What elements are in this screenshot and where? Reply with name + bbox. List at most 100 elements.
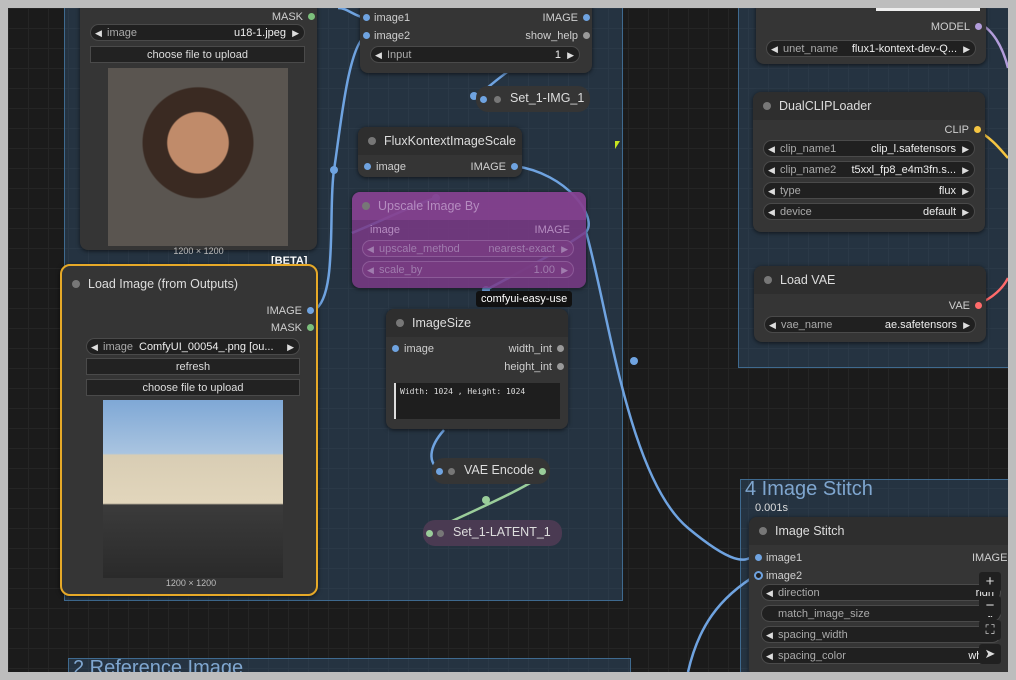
image1-input-slot[interactable] [363, 14, 370, 21]
choose-file-button[interactable]: choose file to upload [86, 379, 300, 396]
arrow-right-icon[interactable]: ▶ [561, 262, 568, 277]
vae-name-widget[interactable]: ◀ vae_name ae.safetensors ▶ [764, 316, 976, 333]
image-select-widget[interactable]: ◀ image ComfyUI_00054_.png [ou... ▶ [86, 338, 300, 355]
model-output-slot[interactable] [975, 23, 982, 30]
load-vae-node[interactable]: Load VAE VAE ◀ vae_name ae.safetensors ▶ [754, 266, 986, 342]
arrow-right-icon[interactable]: ▶ [962, 141, 969, 156]
vae-output-slot[interactable] [975, 302, 982, 309]
image-output-slot[interactable] [511, 163, 518, 170]
set-latent-node[interactable]: Set_1-LATENT_1 [423, 520, 562, 546]
arrow-left-icon[interactable]: ◀ [95, 25, 102, 40]
vae-encode-input-slot[interactable] [436, 468, 443, 475]
spacing-width-widget[interactable]: ◀ spacing_width 0 [761, 626, 1001, 643]
compare-node[interactable]: image1 image2 IMAGE show_help ◀ Input 1 … [360, 8, 592, 73]
image-input-label: image [376, 161, 406, 173]
arrow-left-icon[interactable]: ◀ [766, 627, 773, 642]
widget-label: direction [778, 587, 820, 599]
widget-label: Input [387, 49, 412, 61]
set-latent-input-slot[interactable] [426, 530, 433, 537]
set-img-input-slot[interactable] [480, 96, 487, 103]
image-input-slot[interactable] [364, 163, 371, 170]
node-title[interactable]: Load Image (from Outputs) [62, 270, 316, 298]
unet-name-widget[interactable]: ◀ unet_name flux1-kontext-dev-Q... ▶ [766, 40, 976, 57]
zoom-out-icon[interactable]: − [979, 596, 1001, 616]
arrow-left-icon[interactable]: ◀ [375, 47, 382, 62]
arrow-right-icon[interactable]: ▶ [287, 339, 294, 354]
arrow-left-icon[interactable]: ◀ [768, 141, 775, 156]
image1-input-slot[interactable] [755, 554, 762, 561]
arrow-right-icon[interactable]: ▶ [962, 204, 969, 219]
image-size-caption: 1200 × 1200 [165, 578, 217, 588]
image-output-slot[interactable] [583, 14, 590, 21]
arrow-left-icon[interactable]: ◀ [769, 317, 776, 332]
arrow-right-icon[interactable]: ▶ [962, 162, 969, 177]
width-int-output-slot[interactable] [557, 345, 564, 352]
clip-output-slot[interactable] [974, 126, 981, 133]
scale-by-widget[interactable]: ◀ scale_by 1.00 ▶ [362, 261, 574, 278]
arrow-right-icon[interactable]: ▶ [963, 317, 970, 332]
load-image-node[interactable]: MASK ◀ image u18-1.jpeg ▶ choose file to… [80, 8, 317, 256]
image-size-node[interactable]: ImageSize image width_int height_int Wid… [386, 309, 568, 429]
mask-output-slot[interactable] [308, 13, 315, 20]
node-title[interactable]: DualCLIPLoader [753, 92, 985, 120]
fit-view-icon[interactable]: ⛶ [979, 620, 1001, 640]
flux-kontext-image-scale-node[interactable]: FluxKontextImageScale image IMAGE [358, 127, 522, 177]
image-input-slot[interactable] [392, 345, 399, 352]
clip-name1-widget[interactable]: ◀ clip_name1 clip_l.safetensors ▶ [763, 140, 975, 157]
show-help-output-slot[interactable] [583, 32, 590, 39]
arrow-left-icon[interactable]: ◀ [91, 339, 98, 354]
arrow-right-icon[interactable]: ▶ [292, 25, 299, 40]
upscale-method-widget[interactable]: ◀ upscale_method nearest-exact ▶ [362, 240, 574, 257]
image-stitch-node[interactable]: Image Stitch image1 image2 IMAGE ◀ direc… [749, 517, 1008, 672]
upscale-image-by-node[interactable]: Upscale Image By image IMAGE ◀ upscale_m… [352, 192, 586, 288]
image-select-widget[interactable]: ◀ image u18-1.jpeg ▶ [90, 24, 305, 41]
image-output-slot[interactable] [307, 307, 314, 314]
arrow-left-icon[interactable]: ◀ [367, 241, 374, 256]
arrow-right-icon[interactable]: ▶ [962, 183, 969, 198]
widget-label: match_image_size [778, 608, 870, 620]
device-widget[interactable]: ◀ device default ▶ [763, 203, 975, 220]
arrow-left-icon[interactable]: ◀ [766, 585, 773, 600]
dual-clip-loader-node[interactable]: DualCLIPLoader CLIP ◀ clip_name1 clip_l.… [753, 92, 985, 232]
locate-icon[interactable]: ➤ [979, 644, 1001, 664]
set-latent-title: Set_1-LATENT_1 [453, 525, 551, 539]
arrow-left-icon[interactable]: ◀ [768, 162, 775, 177]
clip-name2-widget[interactable]: ◀ clip_name2 t5xxl_fp8_e4m3fn.s... ▶ [763, 161, 975, 178]
arrow-left-icon[interactable]: ◀ [771, 41, 778, 56]
input-widget[interactable]: ◀ Input 1 ▶ [370, 46, 580, 63]
mask-output-slot[interactable] [307, 324, 314, 331]
image2-input-slot[interactable] [363, 32, 370, 39]
direction-widget[interactable]: ◀ direction righ [761, 584, 1001, 601]
vae-encode-node[interactable]: VAE Encode [432, 458, 550, 484]
node-title[interactable]: ImageSize [386, 309, 568, 337]
node-title[interactable]: Upscale Image By [352, 192, 586, 220]
image-preview [103, 400, 283, 578]
arrow-left-icon[interactable]: ◀ [367, 262, 374, 277]
refresh-button[interactable]: refresh [86, 358, 300, 375]
unet-loader-node[interactable]: MODEL ◀ unet_name flux1-kontext-dev-Q...… [756, 8, 986, 64]
zoom-in-icon[interactable]: + [979, 572, 1001, 592]
widget-label: clip_name1 [780, 143, 837, 155]
choose-file-button[interactable]: choose file to upload [90, 46, 305, 63]
latent-output-slot[interactable] [539, 468, 546, 475]
node-canvas[interactable]: 4 Image Stitch 2 Reference Image MASK ◀ … [8, 8, 1008, 672]
image2-input-slot[interactable] [754, 571, 763, 580]
spacing-color-widget[interactable]: ◀ spacing_color white [761, 647, 1001, 664]
clip-output-label: CLIP [944, 124, 969, 136]
height-int-output-slot[interactable] [557, 363, 564, 370]
arrow-left-icon[interactable]: ◀ [768, 183, 775, 198]
node-title[interactable]: Load VAE [754, 266, 986, 294]
vae-encode-title: VAE Encode [464, 463, 534, 477]
arrow-left-icon[interactable]: ◀ [766, 648, 773, 663]
node-title[interactable]: FluxKontextImageScale [358, 127, 522, 155]
arrow-right-icon[interactable]: ▶ [963, 41, 970, 56]
set-img-node[interactable]: Set_1-IMG_1 [476, 86, 590, 112]
node-title[interactable]: Image Stitch [749, 517, 1008, 545]
arrow-right-icon[interactable]: ▶ [561, 241, 568, 256]
type-widget[interactable]: ◀ type flux ▶ [763, 182, 975, 199]
match-image-size-widget[interactable]: match_image_size tr [761, 605, 1001, 622]
load-image-from-outputs-node[interactable]: Load Image (from Outputs) IMAGE MASK ◀ i… [60, 264, 318, 596]
arrow-left-icon[interactable]: ◀ [768, 204, 775, 219]
image-output-label: IMAGE [542, 12, 578, 24]
arrow-right-icon[interactable]: ▶ [567, 47, 574, 62]
